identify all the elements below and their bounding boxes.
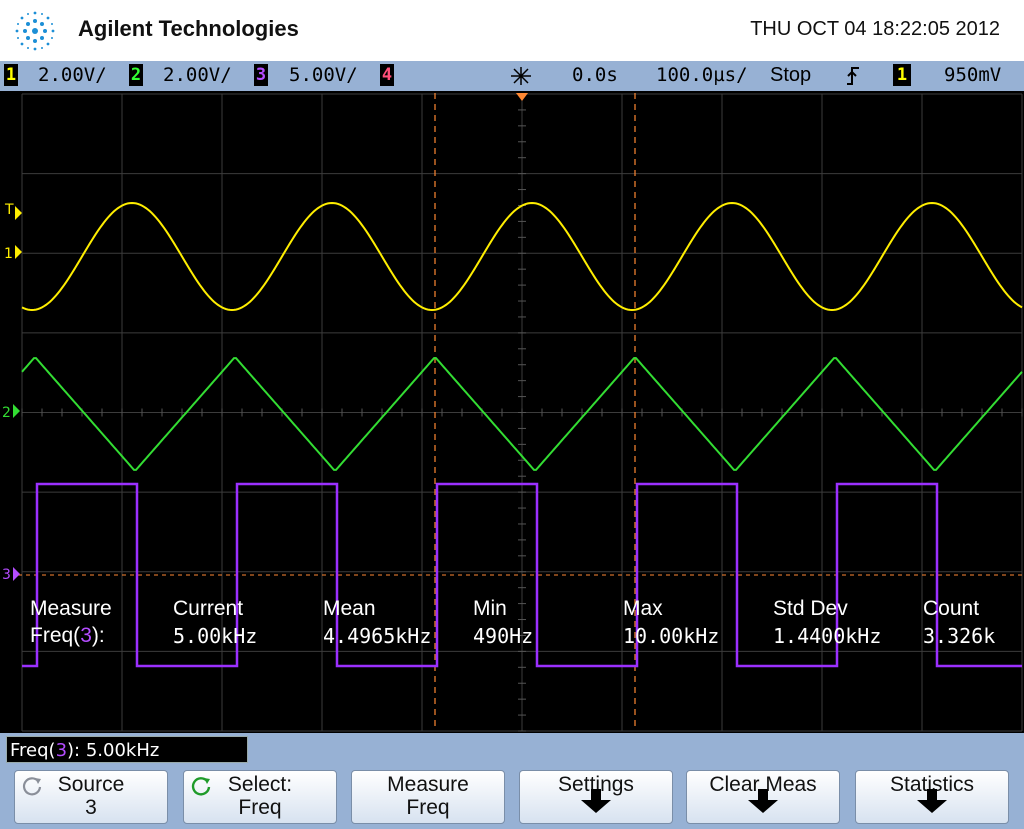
settings-softkey[interactable]: Settings	[519, 770, 673, 824]
submenu-arrow-icon	[581, 789, 611, 813]
channel-1-indicator[interactable]: 1	[4, 64, 18, 86]
measure-freq-softkey[interactable]: Measure Freq	[351, 770, 505, 824]
stat-min-value: 490Hz	[473, 624, 534, 648]
submenu-arrow-icon	[917, 789, 947, 813]
trigger-position-marker[interactable]	[516, 93, 528, 101]
source-softkey-value: 3	[85, 796, 97, 819]
rising-edge-trigger-icon	[847, 67, 859, 85]
stat-mean-value: 4.4965kHz	[323, 624, 432, 648]
rotate-knob-icon	[191, 777, 211, 796]
stat-std-dev-value: 1.4400kHz	[773, 624, 882, 648]
source-softkey-label: Source	[57, 773, 125, 796]
stat-header-measure: Measure	[30, 597, 112, 620]
horizontal-delay[interactable]: 0.0s	[572, 64, 618, 86]
select-softkey-label: Select:	[227, 773, 293, 796]
select-softkey[interactable]: Select: Freq	[183, 770, 337, 824]
channel-1-scale: 2.00V/	[38, 64, 107, 86]
source-softkey[interactable]: Source 3	[14, 770, 168, 824]
stat-max-value: 10.00kHz	[623, 624, 720, 648]
acquisition-spark-icon	[511, 67, 531, 85]
status-bar: 1 2.00V/ 2 2.00V/ 3 5.00V/ 4 0.0s 100.0µ…	[0, 61, 1024, 91]
channel-3-indicator[interactable]: 3	[254, 64, 268, 86]
title-bar: Agilent Technologies THU OCT 04 18:22:05…	[0, 0, 1024, 61]
channel-1-ground-marker[interactable]	[15, 245, 22, 259]
select-softkey-value: Freq	[238, 796, 282, 819]
channel-3-ground-marker[interactable]	[13, 567, 20, 581]
timebase-scale[interactable]: 100.0µs/	[656, 64, 748, 86]
stat-row-label: Freq(3):	[30, 624, 105, 647]
run-state: Stop	[770, 64, 812, 86]
stat-header-std-dev: Std Dev	[773, 597, 848, 620]
trigger-source[interactable]: 1	[893, 64, 911, 86]
channel-2-indicator[interactable]: 2	[129, 64, 143, 86]
date-time: THU OCT 04 18:22:05 2012	[750, 18, 1000, 40]
trigger-marker[interactable]	[15, 206, 22, 220]
channel-2-scale: 2.00V/	[163, 64, 232, 86]
statistics-softkey[interactable]: Statistics	[855, 770, 1009, 824]
channel-1-ground-label: 1	[4, 246, 13, 262]
channel-4-indicator[interactable]: 4	[380, 64, 394, 86]
submenu-arrow-icon	[748, 789, 778, 813]
stat-current-value: 5.00kHz	[173, 624, 258, 648]
stat-header-current: Current	[173, 597, 244, 620]
channel-3-scale: 5.00V/	[289, 64, 358, 86]
stat-header-count: Count	[923, 597, 980, 620]
stat-header-min: Min	[473, 597, 507, 620]
softkey-panel: Freq(3): 5.00kHz Source 3 Select: Freq M…	[0, 733, 1024, 829]
brand-name: Agilent Technologies	[78, 16, 299, 41]
stat-count-value: 3.326k	[923, 624, 996, 648]
channel-2-ground-label: 2	[2, 405, 11, 421]
trigger-level[interactable]: 950mV	[944, 64, 1001, 86]
measure-softkey-value: Freq	[406, 796, 450, 819]
measurement-readout: Freq(3): 5.00kHz	[6, 736, 248, 763]
channel-2-ground-marker[interactable]	[13, 404, 20, 418]
channel-3-ground-label: 3	[2, 567, 11, 583]
clear-meas-softkey[interactable]: Clear Meas	[686, 770, 840, 824]
stat-header-max: Max	[623, 597, 663, 620]
agilent-spark-logo	[15, 11, 55, 51]
stat-header-mean: Mean	[323, 597, 376, 620]
rotate-knob-icon	[22, 777, 42, 796]
measure-softkey-label: Measure	[387, 773, 469, 796]
trigger-marker-label: T	[4, 202, 14, 218]
